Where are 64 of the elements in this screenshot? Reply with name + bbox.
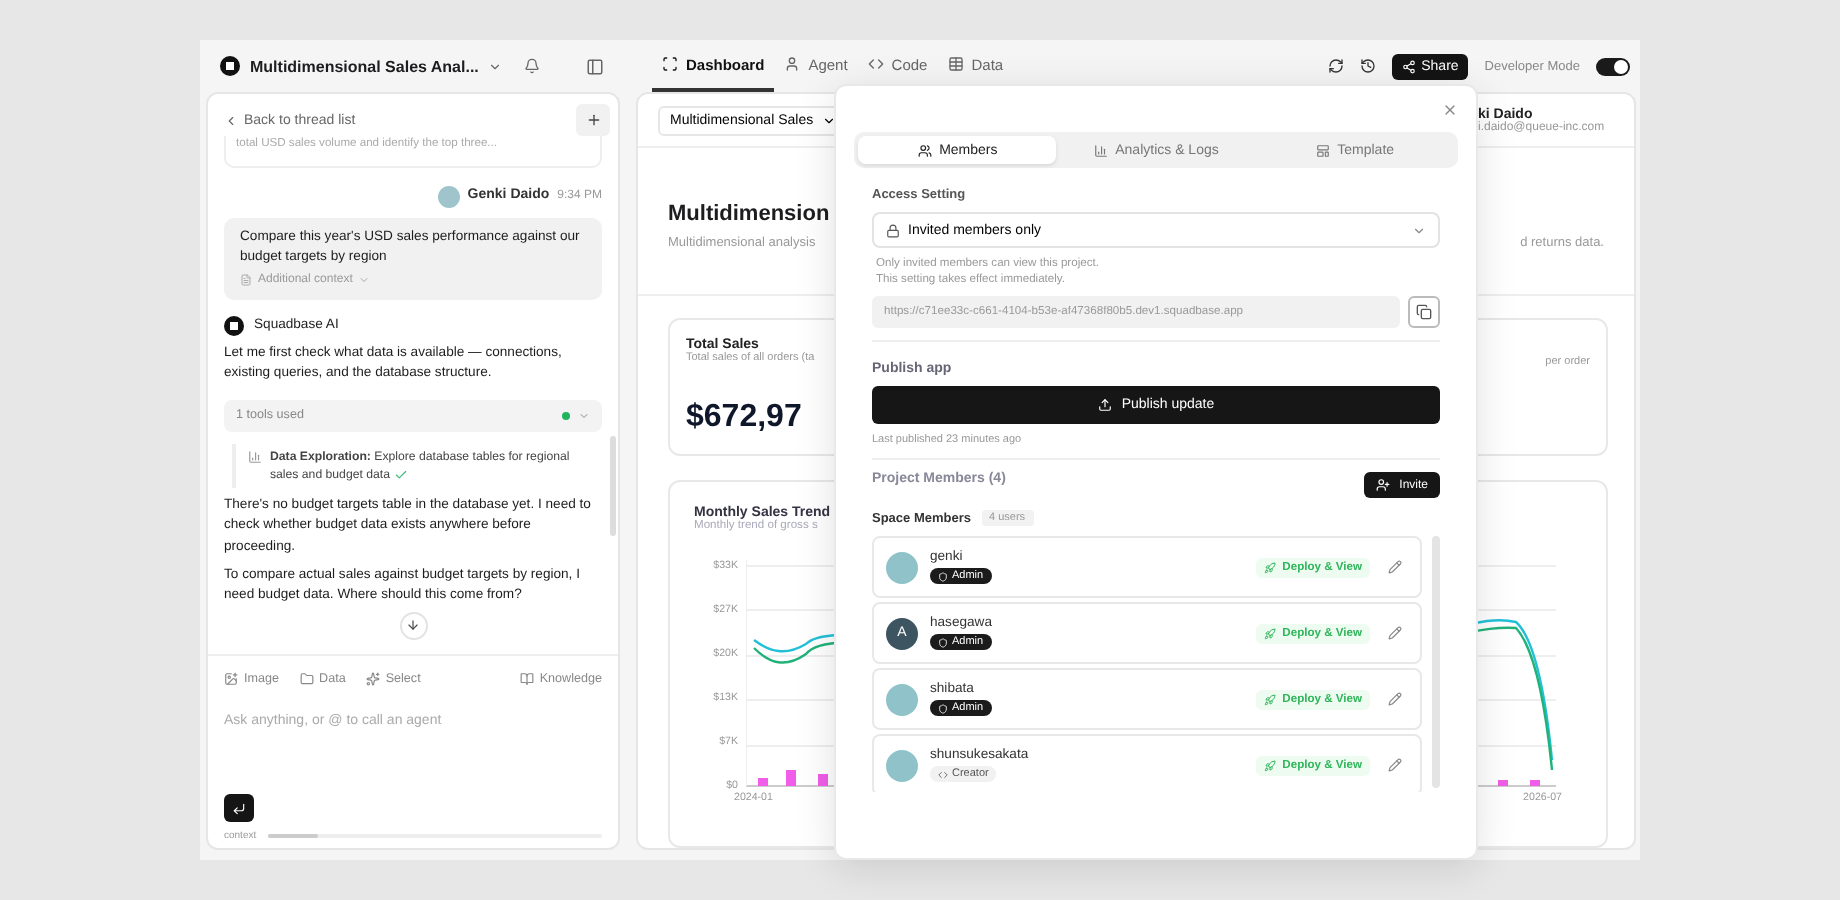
person-icon: [784, 56, 801, 72]
plus-icon: [585, 112, 601, 128]
pencil-icon: [1388, 758, 1402, 772]
shield-icon: [938, 637, 948, 647]
chevron-down-icon[interactable]: [488, 59, 503, 73]
chevron-left-icon: [224, 113, 238, 127]
bell-icon[interactable]: [524, 58, 541, 74]
pencil-icon: [1388, 560, 1402, 574]
image-icon: [224, 672, 238, 686]
close-button[interactable]: [1442, 102, 1458, 118]
shield-icon: [938, 571, 948, 581]
kpi-value: $672,97: [686, 400, 802, 436]
copy-button[interactable]: [1408, 296, 1440, 328]
rocket-icon: [1264, 759, 1277, 771]
lock-icon: [886, 223, 900, 237]
enter-icon: [232, 801, 246, 815]
avatar-photo-placeholder: [886, 749, 918, 781]
developer-mode-toggle[interactable]: [1596, 57, 1630, 75]
folder-icon: [299, 672, 314, 686]
share-icon: [1401, 59, 1416, 73]
bar-chart-icon: [248, 450, 262, 465]
send-button[interactable]: [224, 794, 254, 822]
bar-chart-icon: [1093, 143, 1108, 157]
logo-icon: [220, 56, 240, 76]
sidebar-toggle-icon[interactable]: [586, 57, 604, 75]
logo-icon: [224, 316, 244, 337]
dashboard-title: Multidimension: [668, 202, 830, 226]
upload-icon: [1097, 398, 1112, 412]
sparkle-icon: [365, 672, 380, 686]
scan-icon: [662, 56, 678, 72]
shield-icon: [938, 703, 948, 713]
chevron-down-icon: [821, 113, 836, 127]
avatar-photo-placeholder: [886, 551, 918, 583]
project-title: Multidimensional Sales Anal...: [250, 57, 479, 75]
scroll-down-button[interactable]: [399, 611, 427, 640]
arrow-down-icon: [406, 618, 420, 633]
code-icon: [867, 56, 884, 72]
chart-bar: [1498, 780, 1508, 786]
status-dot: [562, 411, 570, 420]
avatar-photo-placeholder: [886, 683, 918, 715]
pencil-icon: [1388, 626, 1402, 640]
book-icon: [519, 672, 534, 686]
chart-bar: [818, 774, 828, 786]
close-icon: [1442, 102, 1458, 118]
template-icon: [1315, 143, 1330, 157]
add-person-icon: [1375, 478, 1390, 492]
history-icon[interactable]: [1359, 58, 1376, 74]
chevron-down-icon: [578, 409, 590, 422]
chevron-down-icon: [1412, 223, 1426, 237]
code-icon: [938, 769, 948, 779]
rocket-icon: [1264, 627, 1277, 639]
chart-bar: [1530, 780, 1540, 786]
refresh-icon[interactable]: [1327, 58, 1344, 74]
rocket-icon: [1264, 693, 1277, 705]
people-icon: [917, 143, 932, 157]
rocket-icon: [1264, 561, 1277, 573]
chart-bar: [758, 778, 768, 786]
document-icon: [240, 273, 252, 286]
table-icon: [947, 56, 964, 72]
chart-bar: [786, 770, 796, 786]
copy-icon: [1416, 304, 1432, 320]
new-thread-button[interactable]: [576, 104, 610, 136]
avatar-photo-placeholder: [437, 186, 460, 208]
pencil-icon: [1388, 692, 1402, 706]
